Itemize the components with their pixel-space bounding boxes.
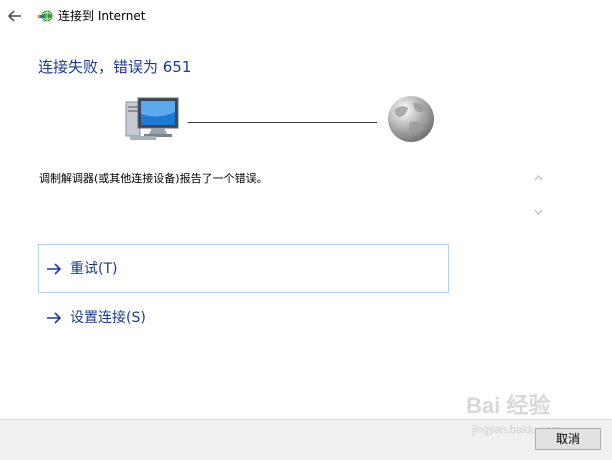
cancel-button[interactable]: 取消 (535, 428, 601, 450)
chevron-down-icon (534, 209, 542, 215)
dialog-footer (0, 419, 612, 460)
chevron-up-icon (534, 175, 542, 181)
scroll-down-button[interactable] (529, 204, 547, 220)
connection-line (188, 122, 377, 123)
window-title: 连接到 Internet (58, 9, 146, 23)
setup-connection-label: 设置连接(S) (70, 309, 146, 326)
watermark-brand: Bai 经验 (466, 393, 551, 418)
computer-icon (125, 97, 179, 140)
message-scrollbar[interactable] (529, 166, 547, 222)
setup-connection-command-link[interactable]: 设置连接(S) (38, 293, 449, 342)
scroll-up-button[interactable] (529, 170, 547, 186)
back-button[interactable] (4, 5, 26, 27)
title-bar: 连接到 Internet (0, 0, 612, 32)
globe-icon (388, 96, 434, 142)
error-message: 调制解调器(或其他连接设备)报告了一个错误。 (39, 172, 268, 185)
arrow-right-icon (46, 262, 62, 276)
page-title: 连接失败，错误为 651 (38, 58, 192, 76)
retry-command-link[interactable]: 重试(T) (38, 244, 449, 293)
retry-label: 重试(T) (70, 260, 118, 277)
network-connection-icon (37, 10, 53, 22)
back-arrow-icon (8, 10, 21, 22)
arrow-right-icon (46, 311, 62, 325)
